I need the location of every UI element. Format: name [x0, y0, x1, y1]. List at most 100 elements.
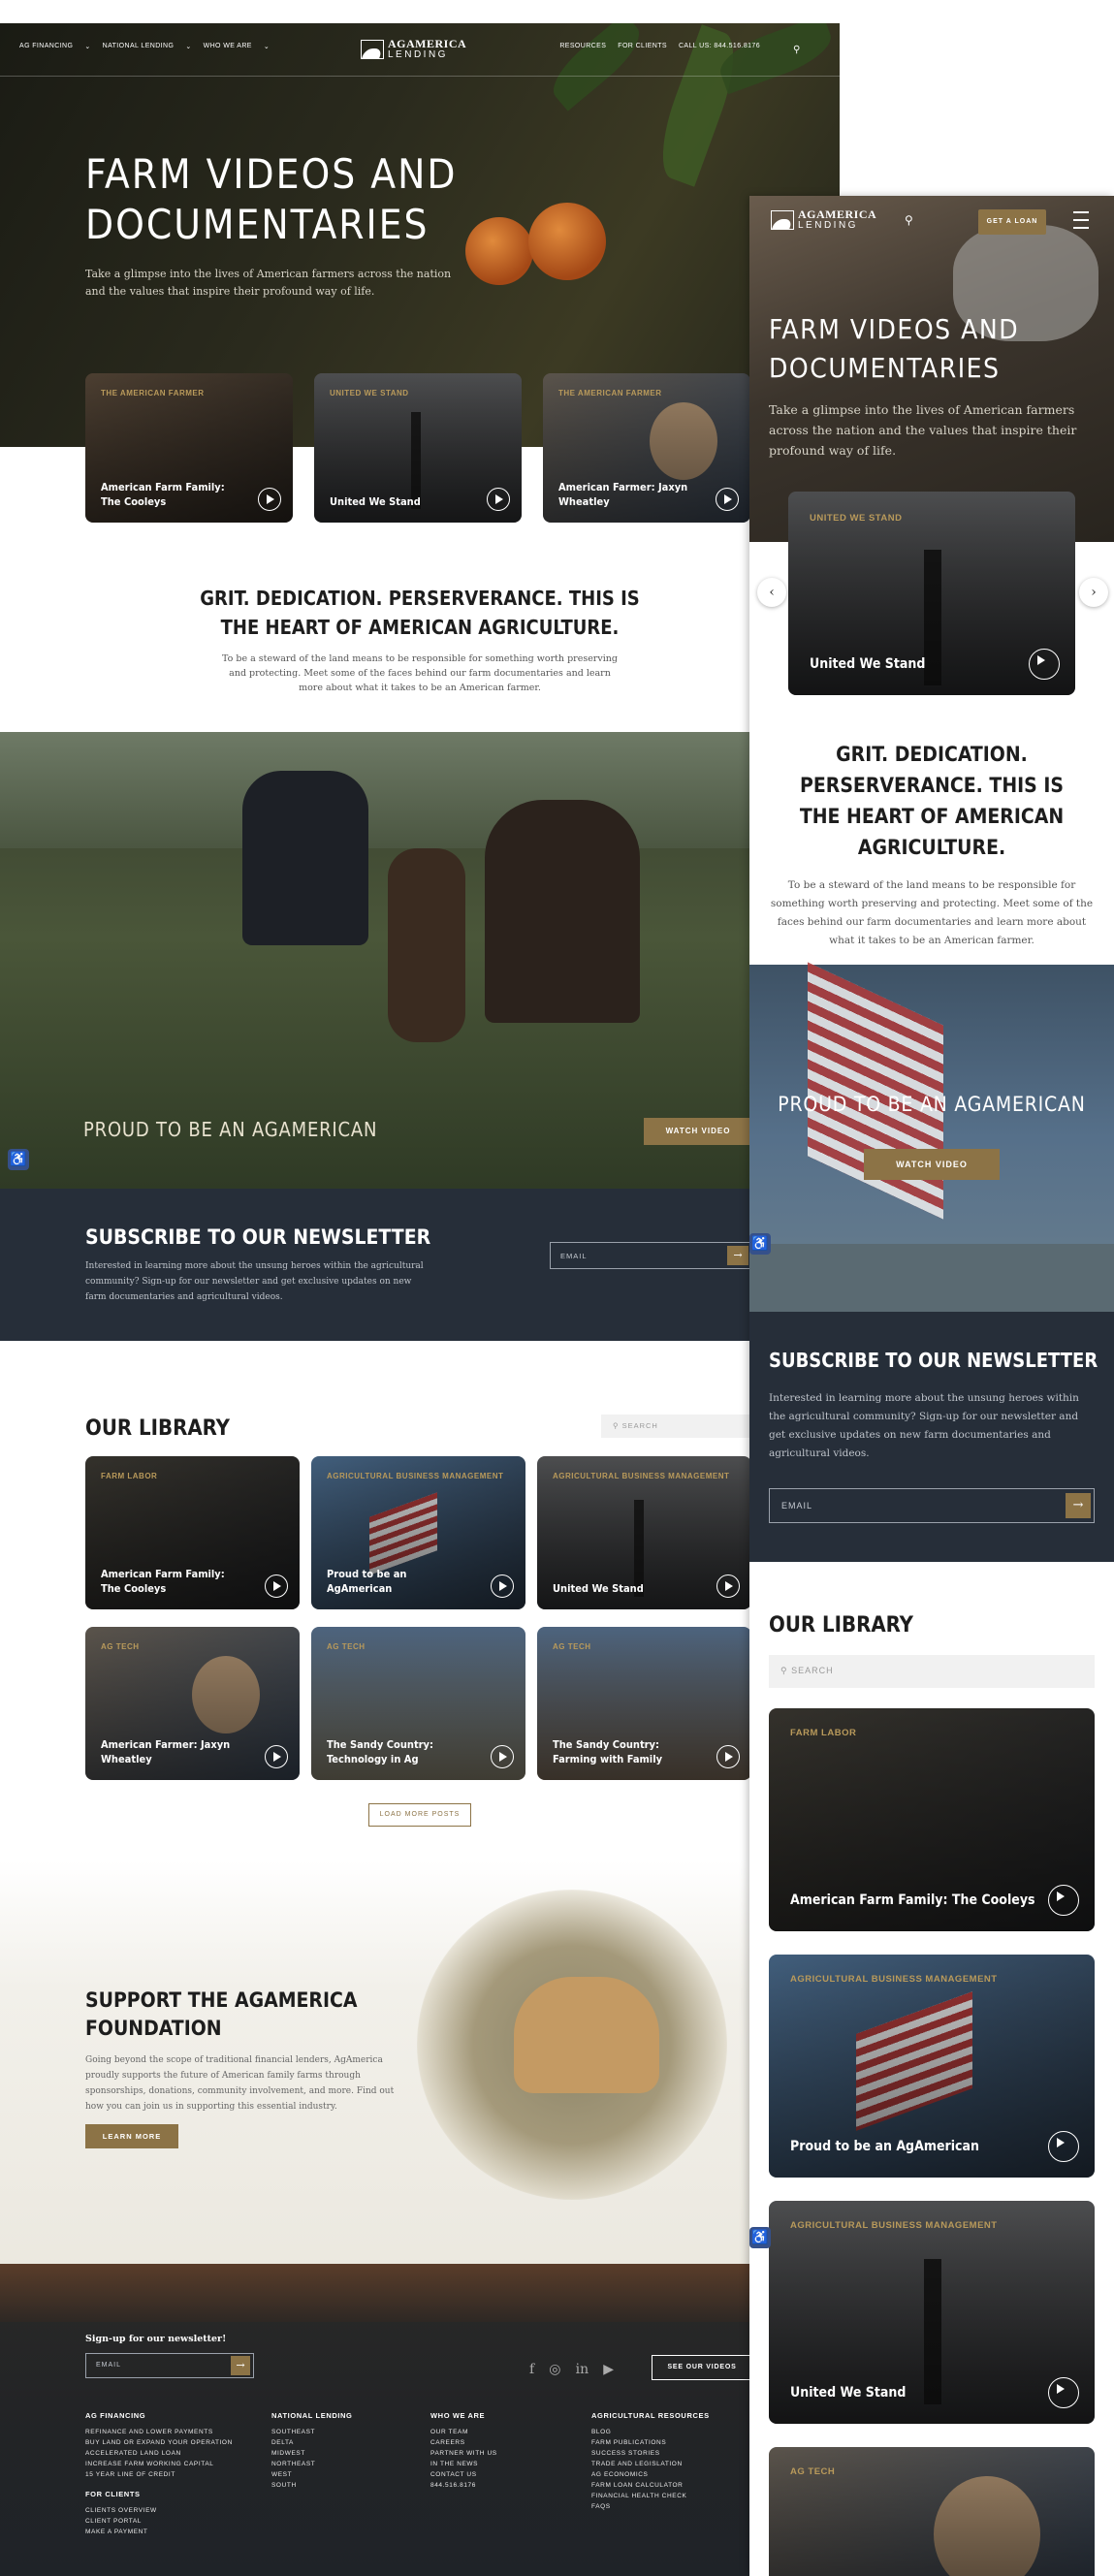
footer-link[interactable]: INCREASE FARM WORKING CAPITAL	[85, 2459, 233, 2469]
footer-link[interactable]: DELTA	[271, 2437, 353, 2448]
footer-link[interactable]: 844.516.8176	[430, 2480, 497, 2491]
nav-resources[interactable]: RESOURCES	[559, 43, 606, 49]
newsletter-section: SUBSCRIBE TO OUR NEWSLETTER Interested i…	[0, 1189, 840, 1341]
footer-link[interactable]: FAQS	[591, 2501, 710, 2512]
see-our-videos-button[interactable]: SEE OUR VIDEOS	[652, 2355, 752, 2380]
featured-card[interactable]: THE AMERICAN FARMER American Farmer: Jax…	[543, 373, 750, 523]
accessibility-icon[interactable]: ♿	[749, 1233, 771, 1255]
play-icon[interactable]	[1048, 1885, 1079, 1916]
footer-link[interactable]: MAKE A PAYMENT	[85, 2527, 233, 2537]
learn-more-button[interactable]: LEARN MORE	[85, 2124, 178, 2148]
footer-link[interactable]: CONTACT US	[430, 2469, 497, 2480]
play-icon[interactable]	[265, 1574, 288, 1598]
card-title: United We Stand	[810, 656, 926, 672]
footer-link[interactable]: CLIENT PORTAL	[85, 2516, 233, 2527]
play-icon[interactable]	[491, 1574, 514, 1598]
library-card[interactable]: AGRICULTURAL BUSINESS MANAGEMENT United …	[537, 1456, 751, 1609]
footer-link[interactable]: PARTNER WITH US	[430, 2448, 497, 2459]
search-icon[interactable]: ⚲	[905, 213, 913, 227]
accessibility-icon[interactable]: ♿	[8, 1149, 29, 1170]
instagram-icon[interactable]: ◎	[549, 2362, 560, 2377]
hamburger-menu-icon[interactable]	[1073, 211, 1089, 229]
play-icon[interactable]	[716, 1574, 740, 1598]
footer-link[interactable]: CLIENTS OVERVIEW	[85, 2505, 233, 2516]
video-banner[interactable]: PROUD TO BE AN AGAMERICAN WATCH VIDEO	[0, 732, 840, 1189]
footer-link[interactable]: BLOG	[591, 2427, 710, 2437]
mobile-library-card[interactable]: AG TECH	[769, 2447, 1095, 2576]
card-tag: UNITED WE STAND	[810, 513, 903, 524]
footer-link[interactable]: FINANCIAL HEALTH CHECK	[591, 2491, 710, 2501]
footer-link[interactable]: FARM PUBLICATIONS	[591, 2437, 710, 2448]
mobile-email-input[interactable]: EMAIL	[769, 1488, 1095, 1523]
footer-link[interactable]: SOUTHEAST	[271, 2427, 353, 2437]
footer-link[interactable]: TRADE AND LEGISLATION	[591, 2459, 710, 2469]
play-icon[interactable]	[258, 488, 281, 511]
footer-link[interactable]: FARM LOAN CALCULATOR	[591, 2480, 710, 2491]
search-icon[interactable]: ⚲	[793, 45, 800, 55]
play-icon[interactable]	[487, 488, 510, 511]
featured-card[interactable]: UNITED WE STAND United We Stand	[314, 373, 522, 523]
newsletter-email-input[interactable]: EMAIL	[550, 1242, 751, 1269]
mobile-newsletter-text: Interested in learning more about the un…	[769, 1392, 1079, 1459]
accessibility-icon[interactable]: ♿	[749, 2227, 771, 2248]
mobile-library-card[interactable]: AGRICULTURAL BUSINESS MANAGEMENT United …	[769, 2201, 1095, 2424]
carousel-next-button[interactable]: ›	[1079, 578, 1108, 607]
library-search-input[interactable]: ⚲ SEARCH	[601, 1415, 756, 1438]
footer-link[interactable]: SUCCESS STORIES	[591, 2448, 710, 2459]
library-card[interactable]: FARM LABOR American Farm Family: The Coo…	[85, 1456, 300, 1609]
footer-link[interactable]: CAREERS	[430, 2437, 497, 2448]
mobile-submit-button[interactable]: →	[1066, 1493, 1091, 1518]
footer-link[interactable]: REFINANCE AND LOWER PAYMENTS	[85, 2427, 233, 2437]
library-card[interactable]: AG TECH American Farmer: Jaxyn Wheatley	[85, 1627, 300, 1780]
facebook-icon[interactable]: f	[529, 2362, 534, 2377]
footer-link[interactable]: ACCELERATED LAND LOAN	[85, 2448, 233, 2459]
footer-link[interactable]: SOUTH	[271, 2480, 353, 2491]
mobile-video-banner[interactable]: PROUD TO BE AN AGAMERICAN WATCH VIDEO	[749, 962, 1114, 1312]
play-icon[interactable]	[1029, 649, 1060, 680]
footer-email-input[interactable]: EMAIL	[85, 2353, 254, 2378]
footer-link[interactable]: IN THE NEWS	[430, 2459, 497, 2469]
play-icon[interactable]	[1048, 2131, 1079, 2162]
footer-link[interactable]: 15 YEAR LINE OF CREDIT	[85, 2469, 233, 2480]
play-icon[interactable]	[1048, 2377, 1079, 2408]
mobile-logo[interactable]: AGAMERICA LENDING	[771, 208, 876, 231]
get-a-loan-button[interactable]: GET A LOAN	[978, 209, 1046, 235]
hero-subtitle: Take a glimpse into the lives of America…	[85, 268, 452, 298]
nav-national-lending[interactable]: NATIONAL LENDING	[103, 43, 175, 50]
footer-link[interactable]: BUY LAND OR EXPAND YOUR OPERATION	[85, 2437, 233, 2448]
library-card[interactable]: AG TECH The Sandy Country: Farming with …	[537, 1627, 751, 1780]
library-card[interactable]: AG TECH The Sandy Country: Technology in…	[311, 1627, 525, 1780]
footer-submit-button[interactable]: →	[231, 2356, 250, 2375]
play-icon[interactable]	[491, 1745, 514, 1768]
footer-link[interactable]: OUR TEAM	[430, 2427, 497, 2437]
carousel-prev-button[interactable]: ‹	[757, 578, 786, 607]
intro-text: To be a steward of the land means to be …	[222, 653, 618, 693]
footer-link[interactable]: MIDWEST	[271, 2448, 353, 2459]
nav-for-clients[interactable]: FOR CLIENTS	[618, 43, 667, 49]
nav-call-us[interactable]: CALL US: 844.516.8176	[679, 43, 760, 49]
mobile-search-input[interactable]: ⚲ SEARCH	[769, 1655, 1095, 1688]
footer-link[interactable]: WEST	[271, 2469, 353, 2480]
footer-col-national-lending: NATIONAL LENDING SOUTHEAST DELTA MIDWEST…	[271, 2411, 353, 2491]
chevron-right-icon: ›	[1091, 585, 1097, 600]
watch-video-button[interactable]: WATCH VIDEO	[644, 1118, 752, 1145]
footer-link[interactable]: AG ECONOMICS	[591, 2469, 710, 2480]
mobile-library-card[interactable]: FARM LABOR American Farm Family: The Coo…	[769, 1708, 1095, 1931]
carousel-card[interactable]: UNITED WE STAND United We Stand	[788, 492, 1075, 695]
load-more-button[interactable]: LOAD MORE POSTS	[368, 1803, 471, 1827]
mobile-library-card[interactable]: AGRICULTURAL BUSINESS MANAGEMENT Proud t…	[769, 1955, 1095, 2178]
library-card[interactable]: AGRICULTURAL BUSINESS MANAGEMENT Proud t…	[311, 1456, 525, 1609]
featured-card[interactable]: THE AMERICAN FARMER American Farm Family…	[85, 373, 293, 523]
mobile-watch-video-button[interactable]: WATCH VIDEO	[864, 1149, 1000, 1180]
linkedin-icon[interactable]: in	[576, 2362, 589, 2377]
play-icon[interactable]	[265, 1745, 288, 1768]
nav-ag-financing[interactable]: AG FINANCING	[19, 43, 73, 50]
play-icon[interactable]	[716, 1745, 740, 1768]
footer-link[interactable]: NORTHEAST	[271, 2459, 353, 2469]
nav-who-we-are[interactable]: WHO WE ARE	[204, 43, 252, 50]
newsletter-submit-button[interactable]: →	[727, 1246, 748, 1265]
play-icon[interactable]	[716, 488, 739, 511]
card-tag: UNITED WE STAND	[330, 389, 409, 398]
youtube-icon[interactable]: ▶	[603, 2362, 614, 2377]
site-logo[interactable]: AGAMERICA LENDING	[361, 38, 466, 60]
